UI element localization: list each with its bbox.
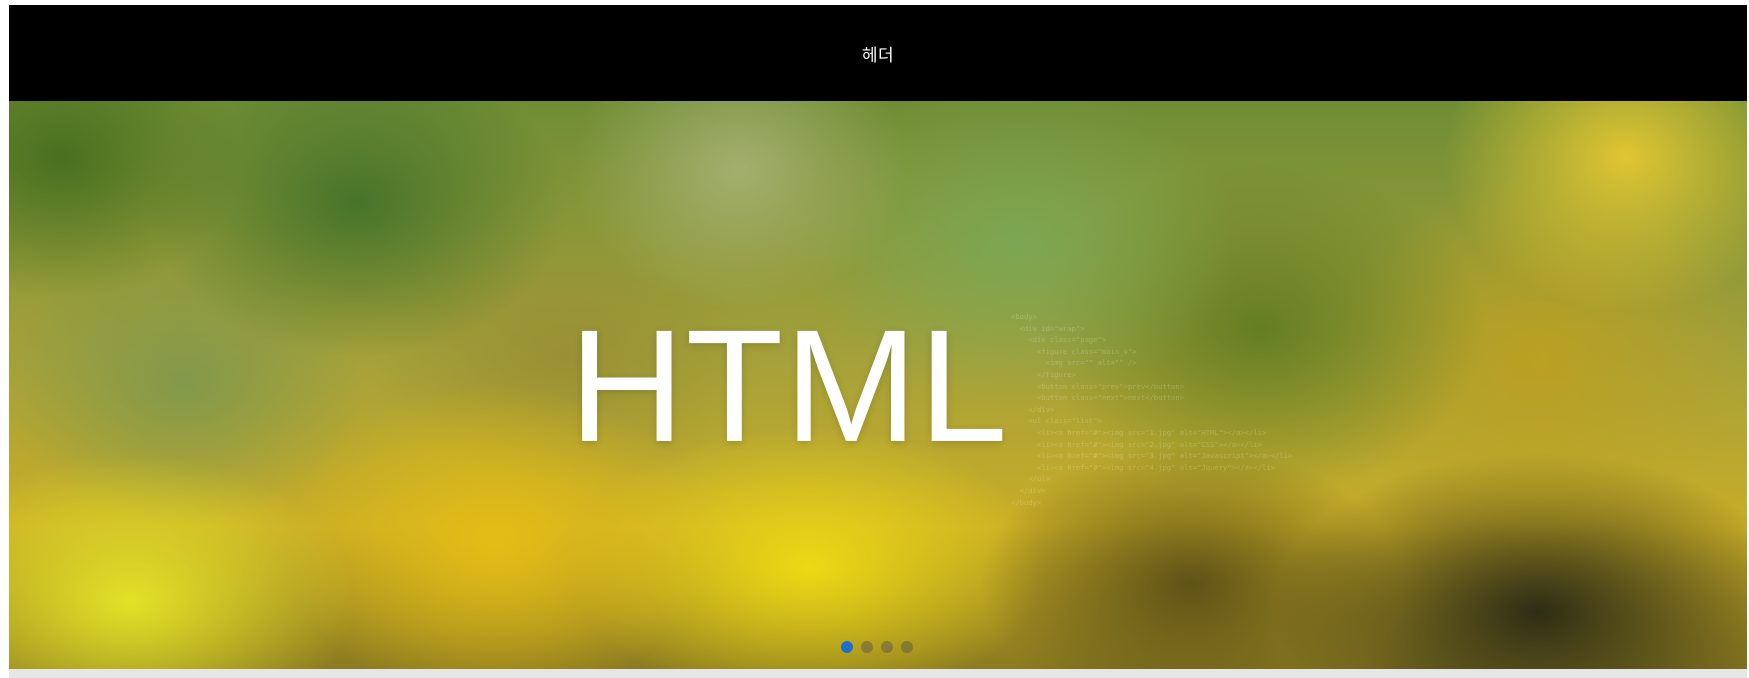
page-frame: 헤더 HTML <body> <div id="wrap"> <div clas… xyxy=(9,5,1747,678)
slide-title: HTML xyxy=(569,296,1009,475)
code-line: <button class="prev">prev</button> xyxy=(1011,381,1185,391)
slider-dot-2[interactable] xyxy=(861,641,873,653)
slider-dot-4[interactable] xyxy=(901,641,913,653)
code-line: <img src="" alt="" /> xyxy=(1011,358,1137,368)
code-line: <button class="next">next</button> xyxy=(1011,393,1185,403)
code-line: <figure class="main_v"> xyxy=(1011,346,1137,356)
code-line: </body> xyxy=(1011,497,1042,507)
code-line: <li><a href="#"><img src="4.jpg" alt="Jq… xyxy=(1011,462,1275,472)
slider-dot-1[interactable] xyxy=(841,641,853,653)
slider-dot-3[interactable] xyxy=(881,641,893,653)
code-snippet: <body> <div id="wrap"> <div class="page"… xyxy=(1011,311,1371,508)
header-title: 헤더 xyxy=(861,45,895,66)
code-line: <body> xyxy=(1011,312,1037,321)
code-line: </ul> xyxy=(1011,474,1050,484)
code-line: <div id="wrap"> xyxy=(1011,323,1085,333)
code-line: <li><a href="#"><img src="1.jpg" alt="HT… xyxy=(1011,427,1267,437)
code-line: <ul class="list"> xyxy=(1011,416,1102,426)
code-line: </div> xyxy=(1011,404,1055,414)
code-line: </div> xyxy=(1011,485,1046,495)
slider-pagination xyxy=(841,641,913,653)
header: 헤더 xyxy=(9,5,1747,101)
image-slider[interactable]: HTML <body> <div id="wrap"> <div class="… xyxy=(9,101,1747,669)
code-line: <li><a href="#"><img src="3.jpg" alt="Ja… xyxy=(1011,451,1293,461)
code-line: <div class="page"> xyxy=(1011,335,1107,345)
code-line: </figure> xyxy=(1011,369,1076,379)
code-line: <li><a href="#"><img src="2.jpg" alt="CS… xyxy=(1011,439,1262,449)
